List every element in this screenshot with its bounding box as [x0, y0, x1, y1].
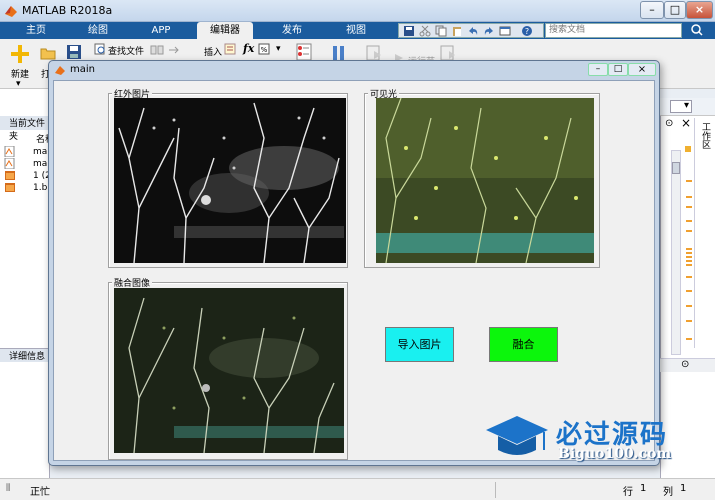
warning-marker[interactable]: [686, 230, 692, 232]
fx-icon[interactable]: fx: [243, 42, 254, 55]
redo-icon[interactable]: [483, 25, 495, 37]
tab-view[interactable]: 视图: [332, 22, 380, 39]
warning-marker[interactable]: [686, 252, 692, 254]
minimize-button[interactable]: –: [640, 1, 664, 19]
warning-marker[interactable]: [686, 180, 692, 182]
copy-icon[interactable]: [435, 25, 447, 37]
tab-plots[interactable]: 绘图: [74, 22, 122, 39]
save-icon[interactable]: [403, 25, 415, 37]
comment-icon[interactable]: %: [258, 43, 270, 55]
pause-icon[interactable]: [332, 45, 346, 61]
fuse-button[interactable]: 融合: [489, 327, 558, 362]
fused-image: [114, 288, 344, 453]
figure-minimize-button[interactable]: –: [588, 63, 608, 76]
quick-access-toolbar: ?: [398, 23, 544, 38]
details-header: 详细信息: [0, 348, 50, 362]
status-text: 正忙: [30, 487, 50, 498]
m-file-icon: [4, 146, 15, 157]
resize-grip-icon[interactable]: ⫴: [6, 483, 10, 494]
workspace-tab[interactable]: [694, 118, 712, 348]
import-image-button[interactable]: 导入图片: [385, 327, 454, 362]
svg-text:?: ?: [525, 27, 529, 36]
window-title: MATLAB R2018a: [22, 4, 113, 17]
warning-marker[interactable]: [686, 264, 692, 266]
find-files-label[interactable]: 查找文件: [108, 44, 144, 57]
cut-icon[interactable]: [419, 25, 431, 37]
warning-marker[interactable]: [686, 220, 692, 222]
panel-close-icon[interactable]: ×: [681, 116, 691, 130]
run-icon[interactable]: [366, 45, 382, 61]
help-icon[interactable]: ?: [521, 25, 533, 37]
tab-publish[interactable]: 发布: [268, 22, 316, 39]
insert-label[interactable]: 插入: [204, 45, 222, 58]
insert-section-icon[interactable]: [224, 43, 236, 55]
warning-marker[interactable]: [686, 196, 692, 198]
figure-logo-icon: [55, 66, 65, 75]
chevron-down-icon[interactable]: ▾: [684, 100, 689, 111]
tab-apps[interactable]: APP: [137, 22, 185, 39]
advance-icon[interactable]: [440, 45, 456, 61]
editor-scrollbar[interactable]: [671, 150, 681, 355]
col-label: 列: [663, 487, 673, 498]
fig-file-icon: [4, 158, 15, 169]
warning-indicator-icon[interactable]: [685, 146, 691, 152]
current-folder-header: 当前文件夹: [0, 116, 50, 142]
paste-icon[interactable]: [451, 25, 463, 37]
matlab-title-bar: MATLAB R2018a – □ ×: [0, 0, 715, 22]
scrollbar-thumb[interactable]: [672, 162, 680, 174]
row-value: 1: [640, 483, 647, 494]
workspace-label: 工作区: [700, 122, 710, 149]
maximize-button[interactable]: □: [664, 1, 686, 19]
matlab-logo-icon: [5, 6, 17, 17]
watermark-url: Biguo100.com: [558, 446, 672, 462]
warning-marker[interactable]: [686, 260, 692, 262]
warning-marker[interactable]: [686, 290, 692, 292]
tab-home[interactable]: 主页: [14, 22, 58, 39]
status-divider: [495, 482, 615, 498]
panel-options-icon[interactable]: ⊙: [665, 118, 673, 129]
warning-marker[interactable]: [686, 320, 692, 322]
image-file-icon: [5, 171, 15, 180]
warning-marker[interactable]: [686, 338, 692, 340]
warning-marker[interactable]: [686, 305, 692, 307]
insert-dropdown-icon[interactable]: ▾: [276, 44, 281, 54]
warning-marker[interactable]: [686, 206, 692, 208]
svg-text:%: %: [261, 46, 268, 54]
new-dropdown-icon[interactable]: ▾: [16, 79, 21, 89]
figure-maximize-button[interactable]: □: [608, 63, 628, 76]
graduation-cap-logo-icon: [486, 416, 548, 455]
visible-image: [376, 98, 594, 263]
figure-title: main: [70, 64, 95, 75]
figure-close-button[interactable]: ×: [628, 63, 656, 76]
breakpoints-icon[interactable]: [296, 43, 312, 61]
search-icon[interactable]: [686, 23, 710, 38]
warning-marker[interactable]: [686, 248, 692, 250]
find-files-icon[interactable]: [94, 43, 106, 55]
new-plus-icon[interactable]: [10, 44, 30, 64]
col-value: 1: [680, 483, 687, 494]
switch-windows-icon[interactable]: [499, 25, 511, 37]
go-to-icon[interactable]: [168, 44, 182, 56]
close-button[interactable]: ×: [686, 1, 713, 19]
open-folder-icon[interactable]: [40, 46, 56, 60]
image-file-icon: [5, 183, 15, 192]
infrared-image: [114, 98, 346, 263]
compare-icon[interactable]: [150, 44, 164, 56]
search-documentation-input[interactable]: 搜索文档: [545, 23, 682, 38]
command-window-options-icon[interactable]: ⊙: [681, 359, 689, 370]
status-bar: ⫴ 正忙 行 1 列 1: [0, 478, 715, 500]
undo-icon[interactable]: [467, 25, 479, 37]
save-file-icon[interactable]: [66, 44, 82, 60]
figure-title-bar: main – □ ×: [48, 60, 660, 80]
warning-marker[interactable]: [686, 276, 692, 278]
tab-editor[interactable]: 编辑器: [197, 22, 253, 39]
warning-marker[interactable]: [686, 256, 692, 258]
row-label: 行: [623, 487, 633, 498]
